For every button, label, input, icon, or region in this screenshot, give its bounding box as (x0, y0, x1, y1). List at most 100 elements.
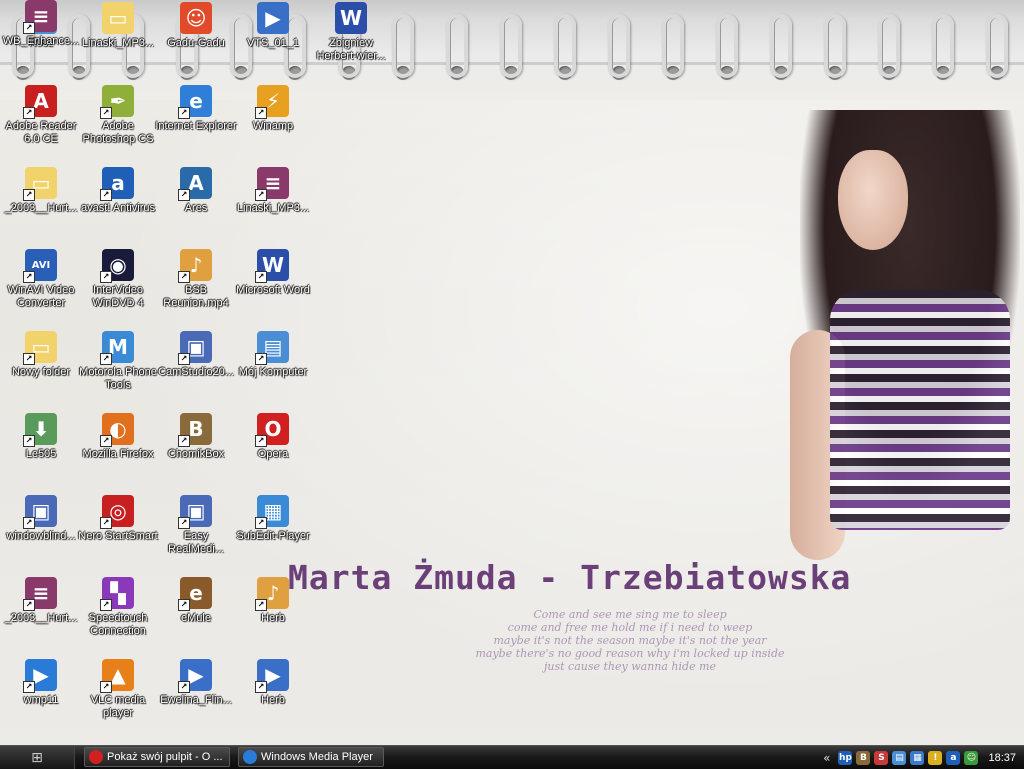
avast-tray-icon[interactable]: a (946, 750, 961, 765)
desktop-icon-label: VLC media player (90, 694, 146, 719)
taskbar-button-opera[interactable]: Pokaż swój pulpit - O ... (84, 747, 230, 767)
shortcut-arrow-icon: ↗ (100, 353, 112, 365)
vlc-cone-icon: ▲ ↗ (100, 659, 134, 693)
desktop-icon[interactable]: ♪ ↗ BSB Reunion.mp4 (155, 249, 237, 327)
desktop-icon[interactable]: W Zbigniew Herbert-wier... (310, 2, 392, 80)
shortcut-arrow-icon: ↗ (255, 435, 267, 447)
taskbar-button-windows-media-player[interactable]: Windows Media Player (238, 747, 384, 767)
desktop-icon-label: Linaski_MP3... (236, 202, 310, 214)
desktop-icon-label: Le505 (25, 448, 57, 460)
desktop-icon[interactable]: ☺ Gadu-Gadu (155, 2, 237, 80)
desktop-icon[interactable]: ▚ ↗ Speedtouch Connection (77, 577, 159, 655)
mp4-file-icon: ♪ ↗ (178, 249, 212, 283)
shortcut-arrow-icon: ↗ (178, 681, 190, 693)
desktop[interactable]: Marta Żmuda - Trzebiatowska Come and see… (0, 0, 1024, 769)
desktop-icon[interactable]: e ↗ Internet Explorer (155, 85, 237, 163)
folder-icon: ▭ ↗ (23, 167, 57, 201)
desktop-icon[interactable]: A ↗ Ares (155, 167, 237, 245)
desktop-icon-label: Zbigniew Herbert-wier... (316, 37, 386, 62)
desktop-icon-label: ChomikBox (167, 448, 225, 460)
avast-icon: a ↗ (100, 167, 134, 201)
desktop-icon[interactable]: ▣ ↗ CamStudio20... (155, 331, 237, 409)
shortcut-arrow-icon: ↗ (178, 599, 190, 611)
desktop-icon[interactable]: a ↗ avast! Antivirus (77, 167, 159, 245)
shortcut-arrow-icon: ↗ (23, 271, 35, 283)
desktop-icon[interactable]: A ↗ Adobe Reader 6.0 CE (0, 85, 82, 163)
gadu-gadu-tray-icon[interactable]: ☺ (964, 750, 979, 765)
desktop-icon[interactable]: ≡ ↗ _2003__Hurt... (0, 577, 82, 655)
desktop-icon[interactable]: ◉ ↗ InterVideo WinDVD 4 (77, 249, 159, 327)
lyrics-line: maybe it's not the season maybe it's not… (493, 634, 767, 647)
desktop-icon-label: Nowy folder (11, 366, 71, 378)
wallpaper-title: Marta Żmuda - Trzebiatowska (288, 558, 852, 597)
shortcut-arrow-icon: ↗ (23, 599, 35, 611)
desktop-icon[interactable]: ⬇ ↗ Le505 (0, 413, 82, 491)
wallpaper-spiral-ring (662, 14, 684, 78)
desktop-icon[interactable]: ▭ ↗ _2003__Hurt... (0, 167, 82, 245)
start-button[interactable]: ⊞ (0, 746, 75, 769)
desktop-icon[interactable]: ⚡ ↗ Winamp (232, 85, 314, 163)
speedtouch-tray-icon[interactable]: S (874, 750, 889, 765)
lyrics-line: just cause they wanna hide me (543, 660, 717, 673)
desktop-icon-label: avast! Antivirus (81, 202, 155, 214)
desktop-icon[interactable]: ◐ ↗ Mozilla Firefox (77, 413, 159, 491)
system-tray: « hp B S ▤ ▦! a ☺ 18:37 (823, 746, 1024, 769)
tray-expand-chevron-icon[interactable]: « (823, 751, 830, 765)
desktop-icon[interactable]: ≡ ↗ WB_Enhance... (0, 0, 82, 78)
taskbar: ⊞ Pokaż swój pulpit - O ... Windows Medi… (0, 745, 1024, 769)
nero-icon: ◎ ↗ (100, 495, 134, 529)
desktop-icon[interactable]: W ↗ Microsoft Word (232, 249, 314, 327)
desktop-icon[interactable]: ▶ VTS_01_1 (232, 2, 314, 80)
opera-icon (89, 750, 103, 764)
desktop-icon-label: Adobe Photoshop CS (82, 120, 154, 145)
desktop-icon[interactable]: ▭ ↗ Nowy folder (0, 331, 82, 409)
ares-icon: A ↗ (178, 167, 212, 201)
desktop-icon-label: windowblind... (6, 530, 76, 542)
security-shield-icon[interactable]: ! (928, 750, 943, 765)
desktop-icon[interactable]: AVI ↗ WinAVI Video Converter (0, 249, 82, 327)
photoshop-feather-icon: ✒ ↗ (100, 85, 134, 119)
desktop-icon[interactable]: ◎ ↗ Nero StartSmart (77, 495, 159, 573)
desktop-icon-label: eMule (181, 612, 211, 624)
wallpaper-spiral-ring (824, 14, 846, 78)
hp-icon[interactable]: hp (838, 750, 853, 765)
desktop-icon[interactable]: e ↗ eMule (155, 577, 237, 655)
wallpaper-spiral-ring (770, 14, 792, 78)
desktop-icon-label: InterVideo WinDVD 4 (92, 284, 144, 309)
chomikbox-tray-icon[interactable]: B (856, 750, 871, 765)
desktop-icon[interactable]: O ↗ Opera (232, 413, 314, 491)
desktop-icon[interactable]: ▭ Linaski_MP3... (77, 2, 159, 80)
gadu-gadu-sun-icon: ☺ (180, 2, 212, 34)
desktop-icon-label: Herb (261, 612, 285, 624)
desktop-icon[interactable]: ▲ ↗ VLC media player (77, 659, 159, 737)
desktop-icon[interactable]: ✒ ↗ Adobe Photoshop CS (77, 85, 159, 163)
shortcut-arrow-icon: ↗ (178, 435, 190, 447)
desktop-icon[interactable]: ▤ ↗ Mój Komputer (232, 331, 314, 409)
desktop-icon[interactable]: ≡ ↗ Linaski_MP3... (232, 167, 314, 245)
desktop-icon[interactable]: ▶ ↗ Herb (232, 659, 314, 737)
desktop-icon[interactable]: ♪ ↗ Herb (232, 577, 314, 655)
desktop-icon[interactable]: M ↗ Motorola Phone Tools (77, 331, 159, 409)
network-icon[interactable]: ▤ (892, 750, 907, 765)
shortcut-arrow-icon: ↗ (178, 353, 190, 365)
desktop-icon[interactable]: ▦ ↗ SubEdit-Player (232, 495, 314, 573)
desktop-icon[interactable]: B ↗ ChomikBox (155, 413, 237, 491)
my-computer-icon: ▤ ↗ (255, 331, 289, 365)
clock[interactable]: 18:37 (988, 752, 1016, 764)
network-connections-icon[interactable]: ▦ (910, 750, 925, 765)
shortcut-arrow-icon: ↗ (23, 107, 35, 119)
emule-icon: e ↗ (178, 577, 212, 611)
desktop-icon-label: _2003__Hurt... (4, 612, 78, 624)
windows-media-player-icon: ▶ ↗ (23, 659, 57, 693)
shortcut-arrow-icon: ↗ (255, 681, 267, 693)
desktop-icon-label: Winamp (252, 120, 294, 132)
shortcut-arrow-icon: ↗ (100, 271, 112, 283)
desktop-icon[interactable]: ▶ ↗ Ewelina_Flin... (155, 659, 237, 737)
media-file-icon: ▶ ↗ (178, 659, 212, 693)
desktop-icon[interactable]: ▣ ↗ Easy RealMedi... (155, 495, 237, 573)
desktop-icon-label: Mój Komputer (238, 366, 308, 378)
desktop-icon-label: _2003__Hurt... (4, 202, 78, 214)
shortcut-arrow-icon: ↗ (23, 189, 35, 201)
desktop-icon[interactable]: ▶ ↗ wmp11 (0, 659, 82, 737)
desktop-icon[interactable]: ▣ ↗ windowblind... (0, 495, 82, 573)
